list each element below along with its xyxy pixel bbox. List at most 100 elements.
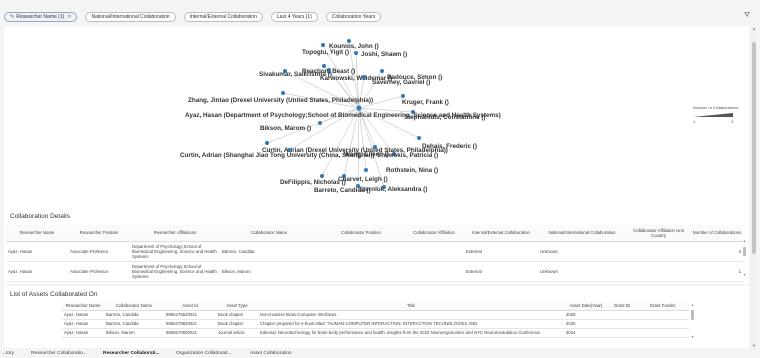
- filter-chip-last-4-years[interactable]: Last 4 Years (1): [270, 12, 318, 22]
- table-cell: Department of Psychology;School of Biome…: [130, 241, 220, 262]
- table-cell: Ayaz, Hasan: [62, 310, 104, 320]
- scrollbar-thumb[interactable]: [752, 42, 756, 254]
- network-node[interactable]: [321, 43, 325, 47]
- table-cell: External: [464, 241, 538, 262]
- network-node[interactable]: [364, 168, 368, 172]
- table-row[interactable]: Ayaz, Hasan Associate Professor Departme…: [6, 261, 743, 282]
- table-cell: 9955570500021: [164, 328, 216, 338]
- column-header[interactable]: Grant ID: [608, 302, 636, 311]
- network-node-label: Bikson, Marom (): [260, 125, 311, 132]
- column-header[interactable]: Collaborator Affiliation: [404, 225, 464, 242]
- network-node-label: Joshi, Shawn (): [361, 51, 407, 58]
- collaboration-network-graph: Ayaz, Hasan (Department of Psychology;Sc…: [180, 39, 738, 194]
- column-header[interactable]: Title: [258, 302, 564, 311]
- assets-table: Researcher Name Collaborator Name Asset …: [62, 302, 689, 338]
- column-header[interactable]: Researcher Affiliations: [130, 225, 220, 242]
- table-cell: [404, 241, 464, 262]
- funnel-icon[interactable]: ⛛: [744, 12, 750, 20]
- details-table-scrollbar[interactable]: ▲ ▼: [742, 225, 747, 281]
- column-header[interactable]: Collaborator Affiliation Unit Country: [626, 225, 691, 242]
- remove-filter-icon[interactable]: ✕: [67, 14, 71, 20]
- network-node-label: Sternluk, Aleksandra (): [359, 186, 427, 193]
- network-node-label: Saverney, Gavriel (): [372, 79, 430, 86]
- tab-researcher-collaboration[interactable]: Researcher Collaboratio...: [31, 351, 87, 356]
- table-cell: 9955379820021: [164, 319, 216, 329]
- network-node[interactable]: [362, 75, 366, 79]
- tab-organization-collaboration[interactable]: Organization Collaborati...: [176, 351, 231, 356]
- page-scrollbar[interactable]: ▲ ▼: [751, 26, 757, 348]
- filter-chip-national-international[interactable]: National/International Collaboration: [85, 12, 176, 22]
- scroll-up-icon[interactable]: ▲: [690, 303, 695, 307]
- assets-panel: List of Assets Collaborated On Researche…: [4, 286, 749, 348]
- column-header[interactable]: Asset Id: [164, 302, 216, 311]
- column-header[interactable]: Internal/External Collaboration: [464, 225, 538, 242]
- table-cell: Bikson, Marom: [220, 261, 318, 282]
- filter-chip-internal-external[interactable]: Internal/External Collaboration: [183, 12, 263, 22]
- scrollbar-thumb[interactable]: [743, 247, 746, 256]
- column-header[interactable]: Researcher Name: [62, 302, 104, 311]
- scrollbar-thumb[interactable]: [691, 310, 694, 320]
- network-node[interactable]: [373, 145, 377, 149]
- table-cell: [318, 261, 404, 282]
- scroll-up-icon[interactable]: ▲: [742, 239, 747, 243]
- network-node[interactable]: [318, 121, 322, 125]
- table-cell: Ayaz, Hasan: [62, 319, 104, 329]
- table-cell: Department of Psychology;School of Biome…: [130, 261, 220, 282]
- network-center-node[interactable]: [356, 105, 362, 111]
- table-cell: 3: [691, 241, 743, 262]
- table-row[interactable]: Ayaz, Hasan Associate Professor Departme…: [6, 241, 743, 262]
- network-node-label: Topoglu, Yigit (): [302, 49, 349, 56]
- scroll-up-icon[interactable]: ▲: [751, 26, 757, 31]
- table-header-row: Researcher Name Collaborator Name Asset …: [62, 302, 689, 311]
- table-cell: [636, 328, 689, 338]
- filter-chip-researcher-name[interactable]: ✎ Researcher Name (1) ✕: [4, 12, 78, 22]
- column-header[interactable]: Collaborator Name: [104, 302, 164, 311]
- table-cell: Barreto, Candida: [104, 319, 164, 329]
- edit-icon: ✎: [10, 14, 15, 20]
- column-header[interactable]: Asset Type: [216, 302, 258, 311]
- column-header[interactable]: Collaborator Name: [220, 225, 318, 242]
- column-header[interactable]: National/International Collaboration: [538, 225, 626, 242]
- collaboration-details-title: Collaboration Details: [10, 213, 70, 220]
- legend-min-label: 1: [693, 119, 696, 124]
- table-cell: [608, 310, 636, 320]
- network-node-label: DeFilippis, Nicholas (): [280, 179, 346, 186]
- network-node[interactable]: [265, 141, 269, 145]
- column-header[interactable]: Collaborator Position: [318, 225, 404, 242]
- network-node-label: Kruger, Frank (): [402, 99, 449, 106]
- network-node[interactable]: [320, 174, 324, 178]
- scroll-down-icon[interactable]: ▼: [751, 343, 757, 348]
- column-header[interactable]: Asset Date(Year): [564, 302, 608, 311]
- filter-bar: ✎ Researcher Name (1) ✕ National/Interna…: [4, 11, 756, 23]
- network-node[interactable]: [380, 69, 384, 73]
- scroll-down-icon[interactable]: ▼: [690, 335, 695, 339]
- table-header-row: Researcher Name Researcher Position Rese…: [6, 225, 743, 242]
- column-header[interactable]: Grant Funder: [636, 302, 689, 311]
- assets-table-scrollbar[interactable]: ▲ ▼: [690, 302, 695, 343]
- column-header[interactable]: Researcher Position: [68, 225, 130, 242]
- table-row[interactable]: Ayaz, Hasan Bikson, Marom 9955570500021 …: [62, 328, 689, 338]
- table-cell: Editorial: Neurotechnology for brain-bod…: [258, 328, 564, 338]
- network-node[interactable]: [281, 91, 285, 95]
- column-header[interactable]: Number of Collaborations: [691, 225, 743, 242]
- table-row[interactable]: Ayaz, Hasan Barreto, Candida 99552765200…: [62, 310, 689, 320]
- legend-max-label: 3: [731, 119, 734, 124]
- table-cell: [318, 241, 404, 262]
- collaboration-details-table: Researcher Name Researcher Position Rese…: [6, 225, 743, 282]
- network-node[interactable]: [401, 94, 405, 98]
- table-cell: Book chapter: [216, 310, 258, 320]
- scroll-down-icon[interactable]: ▼: [742, 273, 747, 277]
- column-header[interactable]: Researcher Name: [6, 225, 68, 242]
- table-row[interactable]: Ayaz, Hasan Barreto, Candida 99553798200…: [62, 319, 689, 329]
- table-cell: Barreto, Candida: [220, 241, 318, 262]
- tab-researcher-collaboration-active[interactable]: Researcher Collaborati...: [103, 351, 160, 356]
- network-node-label: Stephanidis, Constantine (): [404, 114, 486, 121]
- table-cell: External: [464, 261, 538, 282]
- table-cell: Non-invasive Brain-Computer Interfaces: [258, 310, 564, 320]
- tab-asset-collaboration[interactable]: Asset Collaboration: [250, 351, 292, 356]
- network-node-label: Rothstein, Nina (): [386, 167, 438, 174]
- network-node[interactable]: [354, 51, 358, 55]
- filter-chip-collaboration-years[interactable]: Collaboration Years: [325, 12, 382, 22]
- tab-history[interactable]: ...tory: [2, 351, 14, 356]
- network-node[interactable]: [417, 136, 421, 140]
